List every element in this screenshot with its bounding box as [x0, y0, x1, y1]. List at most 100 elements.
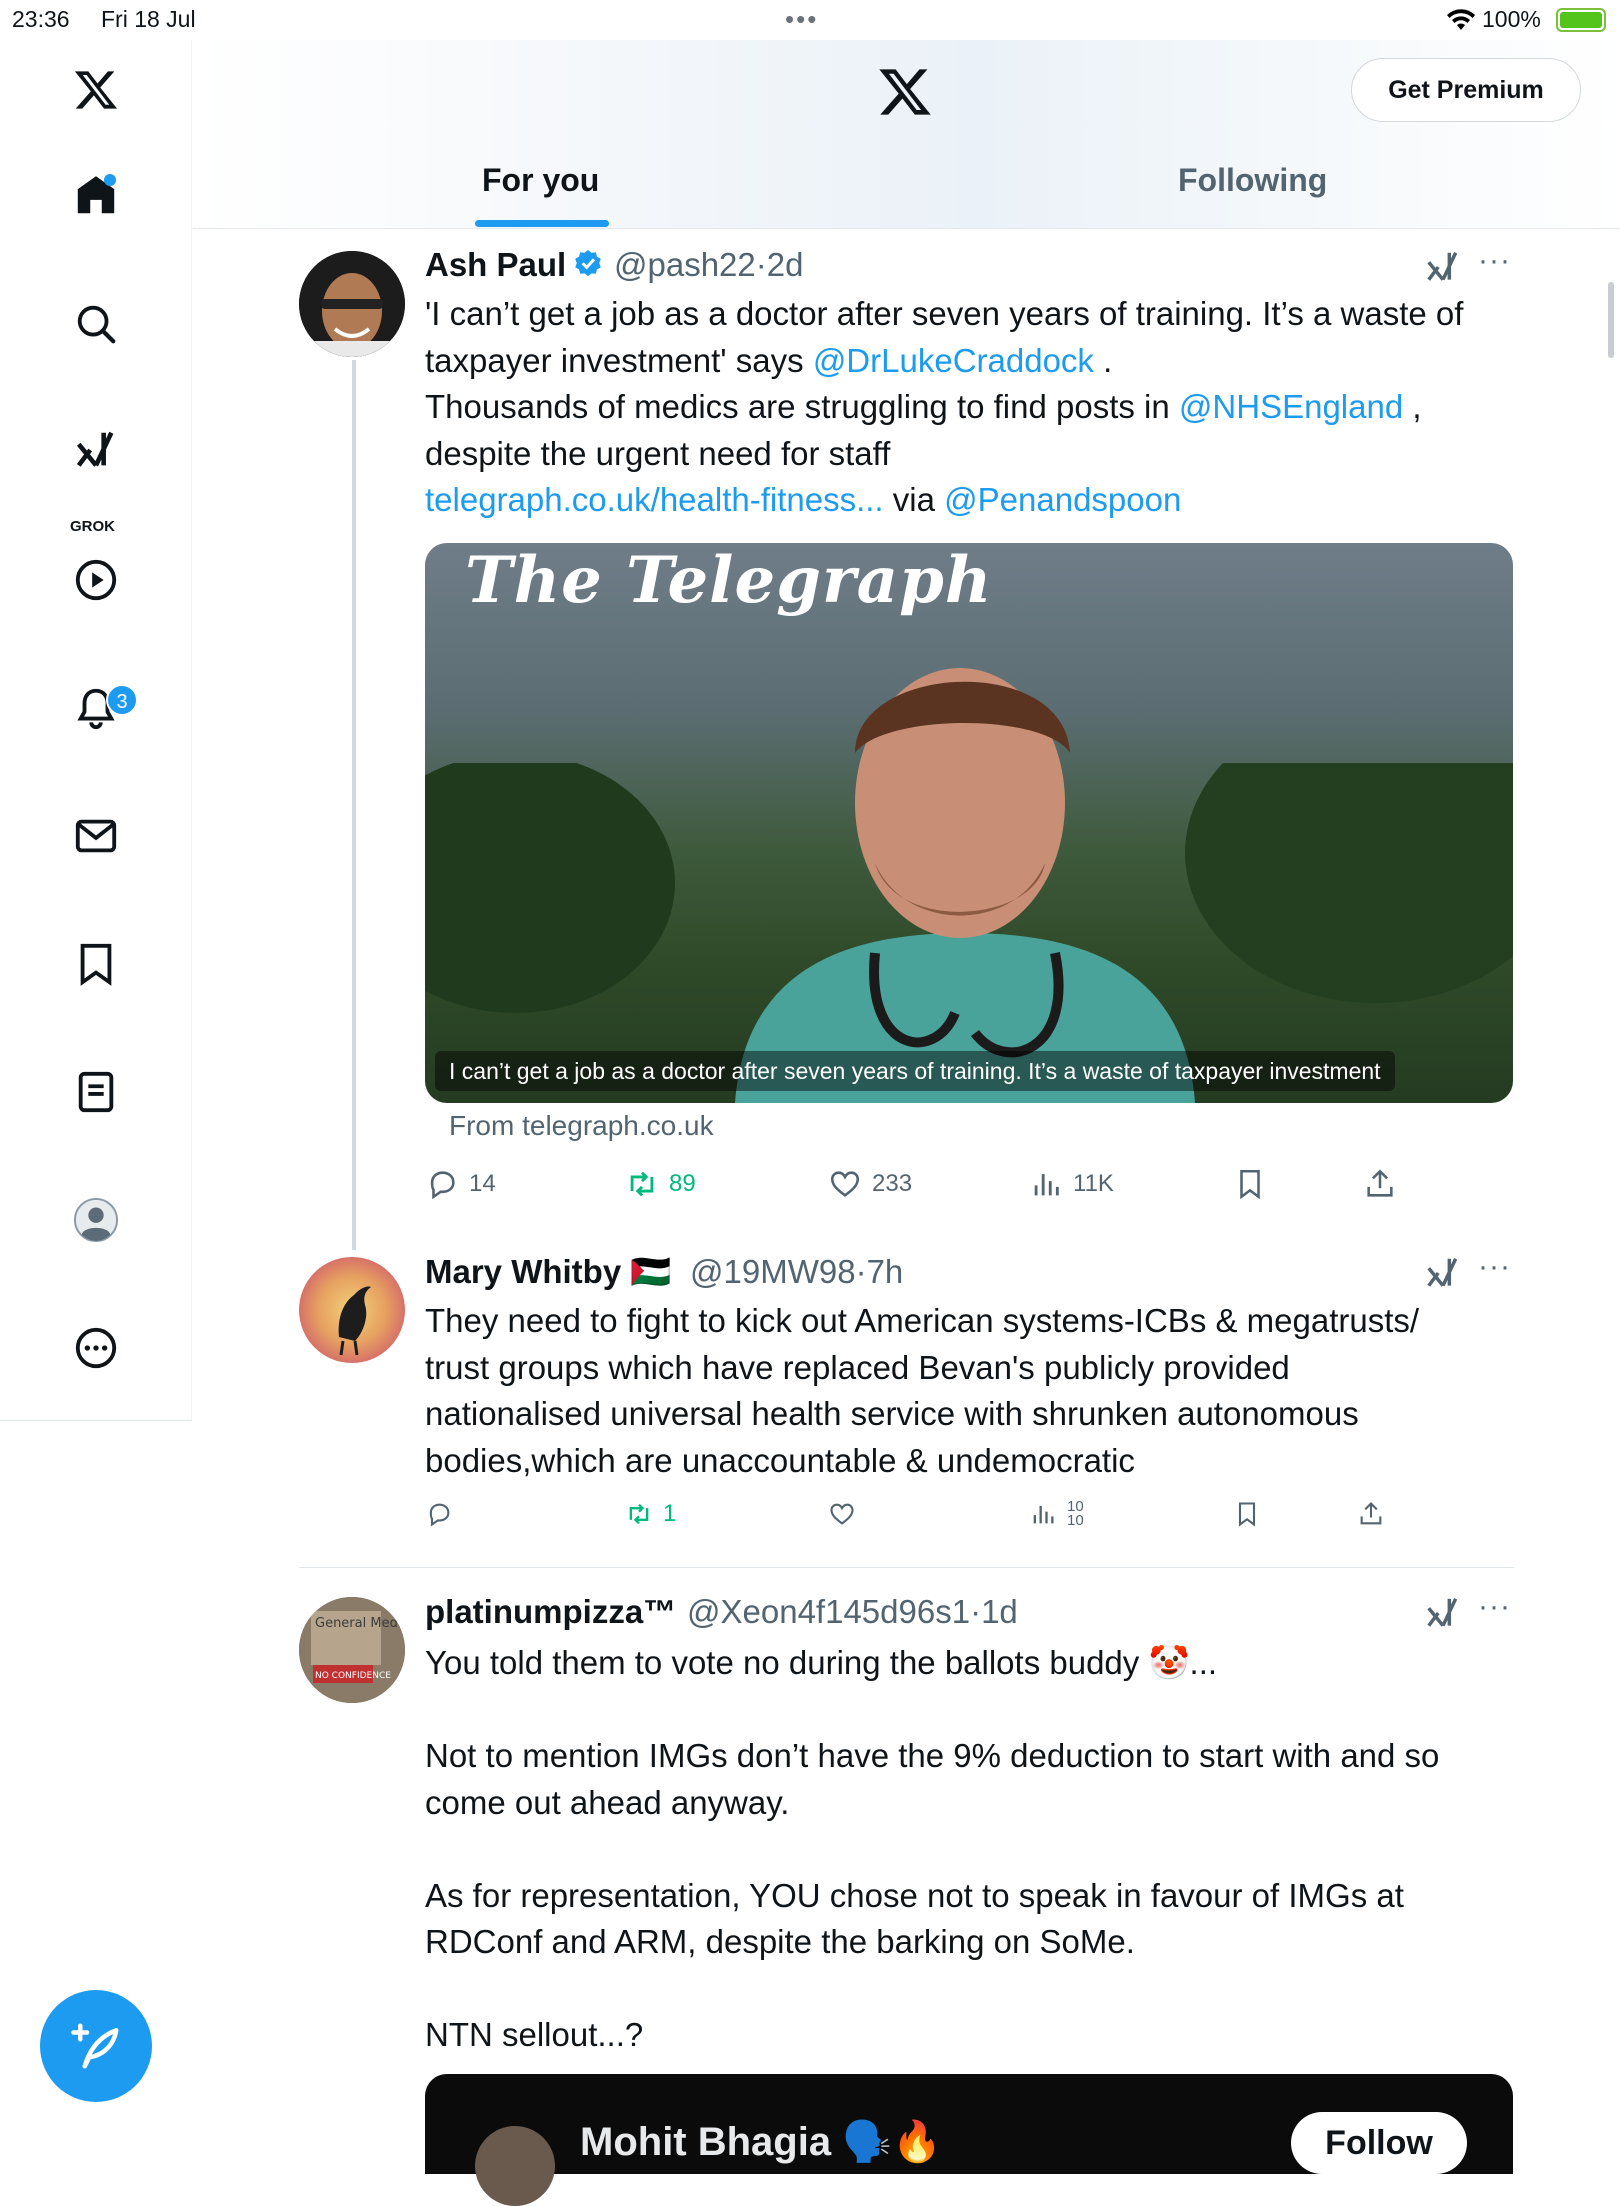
tweet-actions: 14 89 233 11K: [425, 1167, 1515, 1207]
bookmark-icon: [1240, 1169, 1260, 1200]
views-button[interactable]: 10 10: [1029, 1500, 1084, 1528]
heart-icon: [830, 1503, 854, 1525]
views-button[interactable]: 11K: [1029, 1167, 1114, 1201]
sidebar-item-messages[interactable]: [0, 796, 192, 876]
avatar-platinumpizza[interactable]: General Medical Council NO CONFIDENCE: [299, 1597, 405, 1703]
sidebar-item-grok[interactable]: [0, 410, 192, 500]
mention-link[interactable]: @Penandspoon: [944, 481, 1181, 518]
tweet-handle-time[interactable]: @Xeon4f145d96s1·1d: [687, 1593, 1018, 1631]
sidebar-item-bookmarks[interactable]: [0, 924, 192, 1004]
bookmark-button[interactable]: [1233, 1167, 1277, 1201]
author-name-text: Mary Whitby: [425, 1253, 622, 1290]
share-button[interactable]: [1357, 1500, 1395, 1528]
sidebar-item-lists[interactable]: [0, 1052, 192, 1132]
x-logo-icon[interactable]: [877, 64, 933, 120]
tweet-author-name[interactable]: platinumpizza™: [425, 1593, 676, 1631]
like-button[interactable]: 233: [828, 1167, 912, 1201]
avatar-liver-bird-image: [338, 1286, 371, 1356]
tweet-text-span: via: [892, 481, 935, 518]
tweet-handle: @Xeon4f145d96s1: [687, 1593, 971, 1630]
sidebar-item-home[interactable]: [0, 156, 192, 236]
reply-icon: [430, 1171, 455, 1200]
tweet-time: 1d: [981, 1593, 1018, 1630]
battery-icon: [1556, 8, 1606, 32]
tweet-more-icon[interactable]: ···: [1478, 1590, 1511, 1624]
tweet-text-span: ,: [1412, 388, 1422, 425]
sidebar-item-profile[interactable]: [0, 1180, 192, 1260]
list-icon: [78, 1071, 114, 1113]
avatar-photo: [299, 251, 405, 357]
share-button[interactable]: [1363, 1167, 1407, 1201]
x-logo-icon: [74, 71, 118, 109]
mention-link[interactable]: @NHSEngland: [1179, 388, 1403, 425]
status-time: 23:36: [12, 6, 70, 32]
avatar-mary-whitby[interactable]: [299, 1257, 405, 1363]
card-source[interactable]: From telegraph.co.uk: [449, 1110, 714, 1142]
battery-percent: 100%: [1482, 6, 1541, 32]
quoted-author-avatar[interactable]: [475, 2126, 555, 2206]
avatar-ash-paul[interactable]: [299, 251, 405, 357]
like-button[interactable]: [828, 1500, 866, 1528]
tweet-more-icon[interactable]: ···: [1478, 244, 1511, 278]
tweet-line: telegraph.co.uk/health-fitness... via @P…: [425, 477, 1515, 524]
palestine-flag-emoji: 🇵🇸: [630, 1253, 672, 1290]
sidebar-item-x-logo[interactable]: [0, 50, 192, 130]
tweet-handle-time[interactable]: @pash22·2d: [614, 246, 803, 284]
envelope-icon: [75, 819, 117, 853]
quoted-author-name: Mohit Bhagia 🗣️🔥: [580, 2120, 942, 2164]
tweet-handle: @pash22: [614, 246, 756, 283]
tab-for-you[interactable]: For you: [482, 162, 599, 199]
profile-avatar-icon: [73, 1197, 119, 1243]
tweet-body: 'I can’t get a job as a doctor after sev…: [425, 291, 1515, 524]
sidebar-item-more[interactable]: [0, 1308, 192, 1388]
reply-button[interactable]: 14: [425, 1167, 496, 1201]
mention-link[interactable]: @DrLukeCraddock: [813, 342, 1094, 379]
quoted-tweet-card[interactable]: Mohit Bhagia 🗣️🔥 Follow: [425, 2074, 1513, 2206]
tweet-time: 2d: [766, 246, 804, 283]
avatar-gmc-sign-image: General Medical Council NO CONFIDENCE: [299, 1597, 405, 1703]
multitasking-dots-icon[interactable]: •••: [785, 4, 818, 35]
like-count: 233: [872, 1170, 913, 1197]
reply-button[interactable]: [425, 1500, 463, 1528]
views-count-bottom: 10: [1067, 1512, 1084, 1528]
card-person-photo: [735, 668, 1195, 1103]
get-premium-button[interactable]: Get Premium: [1351, 58, 1581, 122]
sidebar-item-notifications[interactable]: [0, 668, 192, 748]
card-caption: I can’t get a job as a doctor after seve…: [435, 1051, 1395, 1091]
header-divider: [193, 228, 1620, 229]
follow-button[interactable]: Follow: [1291, 2112, 1467, 2174]
tweet-line: Thousands of medics are struggling to fi…: [425, 384, 1515, 431]
sidebar-item-videos[interactable]: [0, 540, 192, 620]
tweet-author-name[interactable]: Ash Paul: [425, 246, 604, 284]
tweet-text-span: .: [1103, 341, 1113, 379]
retweet-count: 89: [669, 1170, 696, 1197]
retweet-icon: [629, 1503, 649, 1525]
retweet-button[interactable]: 1: [625, 1500, 676, 1528]
avatar-sign-bottom-text: NO CONFIDENCE: [315, 1671, 391, 1681]
tweet-handle: @19MW98: [690, 1253, 856, 1290]
link-card[interactable]: The Telegraph I can’t get a job as a doc…: [425, 543, 1513, 1103]
grok-explain-icon[interactable]: [1424, 1254, 1462, 1292]
reply-count: 14: [469, 1170, 496, 1197]
url-link[interactable]: telegraph.co.uk/health-fitness...: [425, 481, 884, 518]
grok-explain-icon[interactable]: [1424, 1594, 1462, 1632]
scrollbar[interactable]: [1608, 282, 1614, 358]
tweet-line: come out ahead anyway.: [425, 1783, 790, 1821]
tweet-divider: [299, 1567, 1514, 1568]
tweet-author-name[interactable]: Mary Whitby 🇵🇸: [425, 1253, 671, 1292]
tweet-more-icon[interactable]: ···: [1478, 1250, 1511, 1284]
tweet-handle-time[interactable]: @19MW98·7h: [690, 1253, 903, 1291]
verified-badge-icon: [575, 250, 602, 277]
bookmark-button[interactable]: [1233, 1500, 1271, 1528]
retweet-button[interactable]: 89: [625, 1167, 696, 1201]
tab-following[interactable]: Following: [1178, 162, 1327, 199]
author-name-text: Ash Paul: [425, 246, 567, 283]
compose-post-button[interactable]: [40, 1990, 152, 2102]
tweet-line: nationalised universal health service wi…: [425, 1395, 1359, 1432]
tweet-time: 7h: [866, 1253, 904, 1290]
grok-explain-icon[interactable]: [1424, 248, 1462, 286]
tweet-line: As for representation, YOU chose not to …: [425, 1876, 1404, 1914]
tweet-text-span: Thousands of medics are struggling to fi…: [425, 388, 1170, 425]
sidebar-item-search[interactable]: [0, 284, 192, 364]
